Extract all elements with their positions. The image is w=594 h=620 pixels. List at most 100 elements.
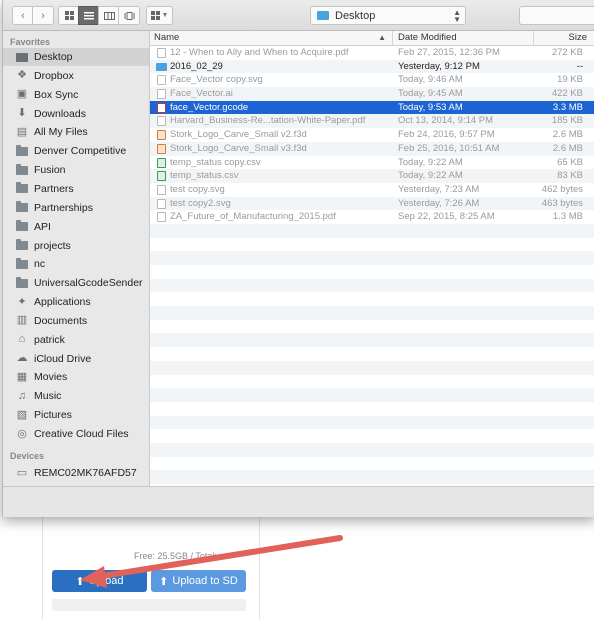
file-icon xyxy=(157,48,166,58)
sidebar-item-dropbox[interactable]: ❖ Dropbox xyxy=(3,67,149,85)
sidebar-item-label: REMC02MK76AFD57 xyxy=(34,467,137,479)
empty-row xyxy=(150,388,594,402)
sidebar-item-label: Fusion xyxy=(34,164,66,177)
back-button[interactable]: ‹ xyxy=(12,6,34,25)
sidebar-item-partners[interactable]: Partners xyxy=(3,180,149,198)
file-row[interactable]: Stork_Logo_Carve_Small v2.f3d Feb 24, 201… xyxy=(150,128,594,142)
empty-row xyxy=(150,320,594,334)
sidebar-item-label: Movies xyxy=(34,371,68,384)
sidebar-item-desktop[interactable]: Desktop xyxy=(3,48,149,66)
sidebar-item-partnerships[interactable]: Partnerships xyxy=(3,199,149,217)
folder-icon xyxy=(16,239,28,251)
folder-icon xyxy=(16,220,28,232)
sidebar-item-applications[interactable]: ✦ Applications xyxy=(3,293,149,311)
sidebar-item-all-my-files[interactable]: ▤ All My Files xyxy=(3,123,149,141)
file-date: Feb 27, 2015, 12:36 PM xyxy=(398,47,500,58)
sidebar-item-documents[interactable]: ▥ Documents xyxy=(3,312,149,330)
folder-icon xyxy=(156,62,167,71)
sidebar-item-music[interactable]: ♫ Music xyxy=(3,387,149,405)
file-name: test copy2.svg xyxy=(170,197,231,209)
search-field[interactable] xyxy=(519,6,594,25)
home-icon: ⌂ xyxy=(18,333,26,346)
downloads-icon: ⬇ xyxy=(17,107,27,120)
column-header-size[interactable]: Size xyxy=(535,31,594,45)
sidebar-item-creative-cloud-files[interactable]: ◎ Creative Cloud Files xyxy=(3,425,149,443)
location-label: Desktop xyxy=(335,9,376,22)
sidebar-item-movies[interactable]: ▦ Movies xyxy=(3,368,149,386)
file-row[interactable]: 12 - When to Ally and When to Acquire.pd… xyxy=(150,46,594,60)
upload-progress-bar xyxy=(52,599,246,611)
folder-icon xyxy=(317,11,329,20)
dialog-toolbar: ‹ › ▼ Desktop ▲ ▼ xyxy=(3,0,594,31)
upload-to-sd-button[interactable]: ⬆ Upload to SD xyxy=(151,570,246,592)
arrange-icon xyxy=(150,11,160,20)
file-name: temp_status.csv xyxy=(170,170,239,182)
sidebar-item-denver-competitive[interactable]: Denver Competitive xyxy=(3,142,149,160)
devices-heading: Devices xyxy=(10,451,45,461)
columns-icon xyxy=(103,11,115,20)
sidebar-device-item[interactable]: ▭ REMC02MK76AFD57 xyxy=(3,464,149,482)
sidebar-item-projects[interactable]: projects xyxy=(3,237,149,255)
file-row[interactable]: 2016_02_29 Yesterday, 9:12 PM -- xyxy=(150,59,594,74)
file-row[interactable]: test copy.svg Yesterday, 7:23 AM 462 bytes xyxy=(150,183,594,197)
sidebar-item-label: Desktop xyxy=(34,51,73,63)
sidebar: Favorites Desktop ❖ Dropbox ▣ Box Sync ⬇ Downl… xyxy=(3,31,150,486)
empty-row xyxy=(150,470,594,484)
all-files-icon: ▤ xyxy=(16,125,28,138)
sidebar-item-nc[interactable]: nc xyxy=(3,255,149,273)
grid-icon xyxy=(64,11,74,20)
column-view-button[interactable] xyxy=(98,6,120,25)
empty-row xyxy=(150,265,594,279)
sidebar-item-label: projects xyxy=(34,239,71,252)
upload-to-sd-label: Upload to SD xyxy=(172,575,238,587)
file-row[interactable]: Harvard_Business-Re...tation-White-Paper… xyxy=(150,114,594,129)
list-view-button[interactable] xyxy=(78,6,100,25)
sidebar-item-box-sync[interactable]: ▣ Box Sync xyxy=(3,86,149,104)
file-rows: 12 - When to Ally and When to Acquire.pd… xyxy=(150,46,594,486)
column-header-name[interactable]: Name ▲ xyxy=(150,31,393,45)
file-row[interactable]: temp_status copy.csv Today, 9:22 AM 65 KB xyxy=(150,156,594,170)
sidebar-item-label: API xyxy=(34,220,51,233)
file-name: temp_status copy.csv xyxy=(170,156,261,168)
file-row[interactable]: Stork_Logo_Carve_Small v3.f3d Feb 25, 201… xyxy=(150,141,594,156)
sidebar-item-icloud-drive[interactable]: ☁ iCloud Drive xyxy=(3,350,149,368)
upload-button-label: Upload xyxy=(88,575,124,587)
sidebar-item-universalgcodesender[interactable]: UniversalGcodeSender xyxy=(3,274,149,292)
file-size: 1.3 MB xyxy=(552,211,583,223)
sidebar-item-patrick[interactable]: ⌂ patrick xyxy=(3,331,149,349)
file-icon xyxy=(157,143,166,154)
chevron-down-icon: ▼ xyxy=(161,12,169,19)
file-row[interactable]: Face_Vector copy.svg Today, 9:46 AM 19 KB xyxy=(150,73,594,87)
location-popup[interactable]: Desktop ▲ ▼ xyxy=(310,6,466,25)
file-row[interactable]: Face_Vector.ai Today, 9:45 AM 422 KB xyxy=(150,87,594,101)
upload-icon: ⬆ xyxy=(75,575,85,588)
file-row[interactable]: temp_status.csv Today, 9:22 AM 83 KB xyxy=(150,169,594,183)
column-header-date[interactable]: Date Modified xyxy=(394,31,534,45)
sidebar-item-pictures[interactable]: ▧ Pictures xyxy=(3,406,149,424)
file-row[interactable]: ZA_Future_of_Manufacturing_2015.pdf Sep 2… xyxy=(150,210,594,224)
arrange-menu-button[interactable]: ▼ xyxy=(146,6,173,25)
file-size: 83 KB xyxy=(557,170,583,182)
sidebar-item-downloads[interactable]: ⬇ Downloads xyxy=(3,105,149,123)
cover-flow-icon xyxy=(124,11,134,20)
cover-flow-view-button[interactable] xyxy=(118,6,140,25)
icon-view-button[interactable] xyxy=(58,6,80,25)
file-row[interactable]: test copy2.svg Yesterday, 7:26 AM 463 byte… xyxy=(150,196,594,211)
folder-icon xyxy=(16,257,28,270)
creative-cloud-icon: ◎ xyxy=(17,427,27,440)
forward-button[interactable]: › xyxy=(32,6,54,25)
file-size: 2.6 MB xyxy=(552,142,583,154)
empty-row xyxy=(150,442,594,457)
free-space-text: Free: 25.5GB / Total: xyxy=(134,551,217,561)
file-row[interactable]: face_Vector.gcode Today, 9:53 AM 3.3 MB xyxy=(150,100,594,115)
file-date: Yesterday, 9:12 PM xyxy=(398,60,480,72)
empty-row xyxy=(150,292,594,306)
empty-row xyxy=(150,306,594,320)
sidebar-item-label: UniversalGcodeSender xyxy=(34,277,143,290)
sidebar-item-api[interactable]: API xyxy=(3,218,149,236)
upload-button[interactable]: ⬆ Upload xyxy=(52,570,147,592)
file-size: 185 KB xyxy=(551,115,583,127)
empty-row xyxy=(150,375,594,389)
sidebar-item-fusion[interactable]: Fusion xyxy=(3,161,149,179)
file-name: Harvard_Business-Re...tation-White-Paper… xyxy=(170,115,366,127)
